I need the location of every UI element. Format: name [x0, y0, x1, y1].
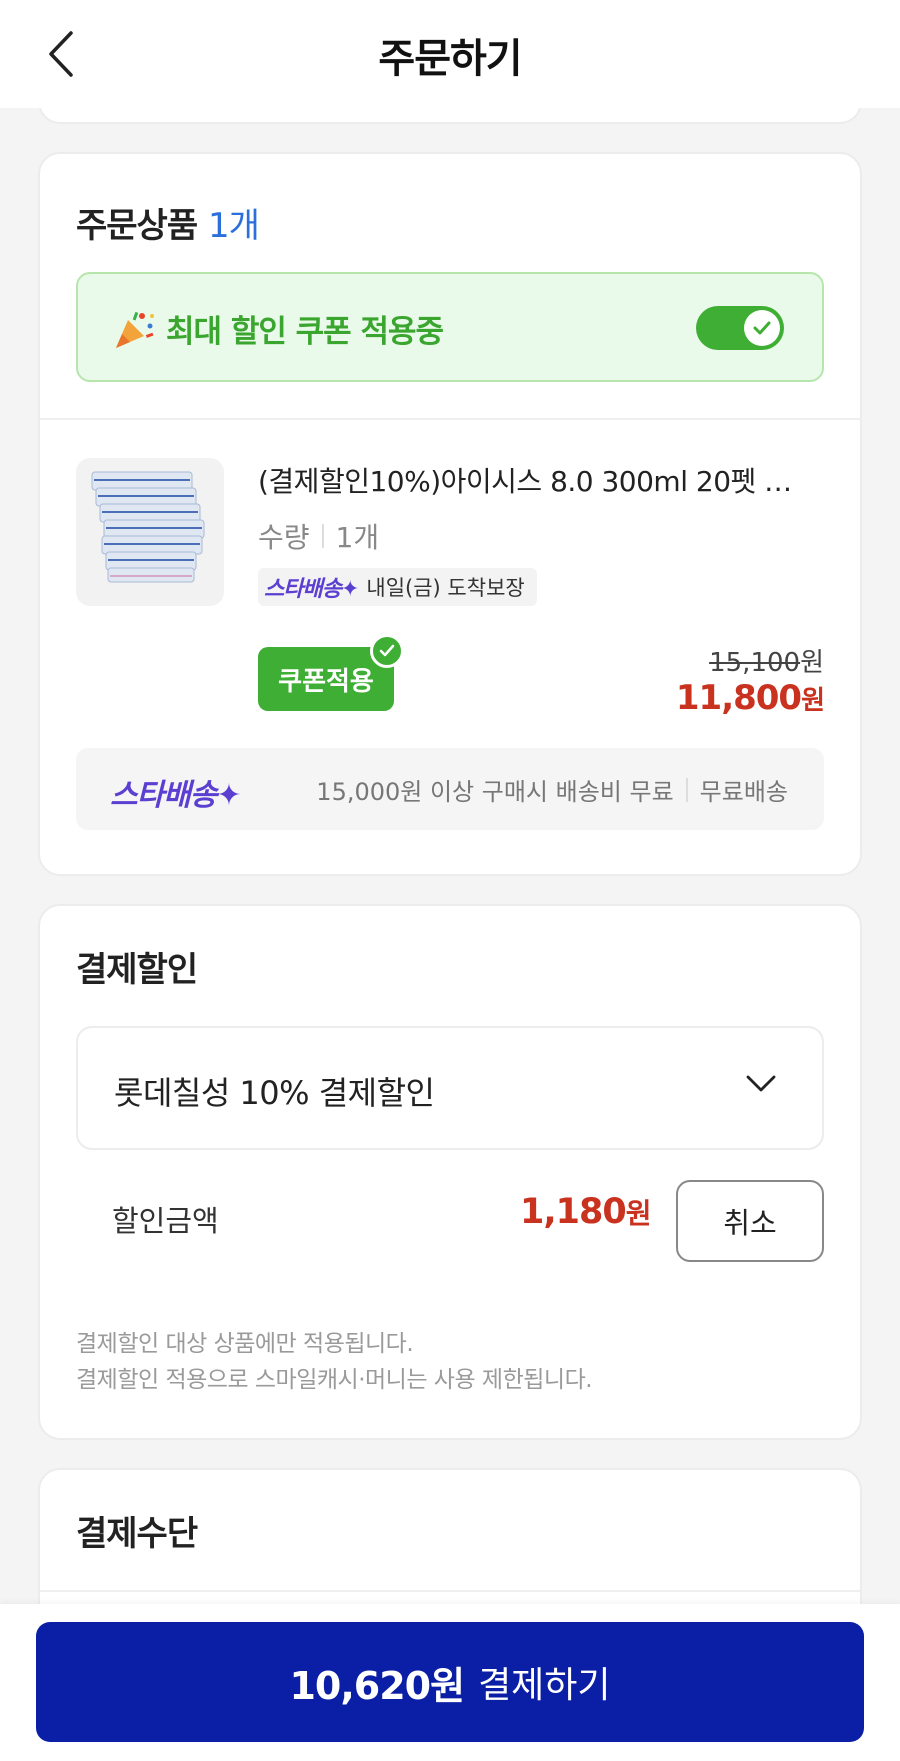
separator	[685, 777, 688, 802]
discount-select[interactable]: 롯데칠성 10% 결제할인	[76, 1026, 824, 1150]
divider	[40, 1590, 860, 1592]
product-image[interactable]	[76, 458, 224, 606]
cancel-discount-button[interactable]: 취소	[676, 1180, 824, 1262]
quantity-label: 수량	[258, 521, 310, 554]
delivery-badge-text: 내일(금) 도착보장	[366, 576, 525, 600]
star-delivery-logo: 스타배송✦	[110, 778, 242, 813]
pay-label: 결제하기	[478, 1665, 611, 1706]
discount-note-2: 결제할인 적용으로 스마일캐시·머니는 사용 제한됩니다.	[76, 1367, 593, 1393]
order-items-card: 주문상품 1개 최대 할인 쿠폰 적용중 (결제할인10%)아이시스 8.0 3…	[38, 152, 862, 876]
discount-selected-value: 롯데칠성 10% 결제할인	[114, 1074, 435, 1112]
discount-amount: 1,180원	[520, 1192, 652, 1232]
water-bottles-image	[91, 471, 205, 583]
order-count: 1개	[207, 206, 260, 246]
pay-amount: 10,620원	[289, 1663, 465, 1708]
original-price: 15,100원	[709, 642, 824, 679]
discount-section-title: 결제할인	[76, 950, 198, 990]
separator	[321, 524, 324, 548]
shipping-condition: 15,000원 이상 구매시 배송비 무료	[316, 778, 674, 806]
coupon-banner-text: 최대 할인 쿠폰 적용중	[166, 314, 444, 350]
chevron-down-icon	[746, 1075, 776, 1092]
coupon-toggle[interactable]	[696, 306, 784, 350]
shipping-fee: 무료배송	[699, 778, 788, 806]
original-price-value: 15,100	[709, 648, 801, 678]
sale-price-value: 11,800	[675, 678, 802, 718]
discount-amount-label: 할인금액	[112, 1204, 219, 1238]
order-title-text: 주문상품	[76, 206, 198, 246]
discount-notes: 결제할인 대상 상품에만 적용됩니다. 결제할인 적용으로 스마일캐시·머니는 …	[76, 1326, 593, 1398]
divider	[40, 418, 860, 420]
check-icon	[753, 321, 771, 335]
coupon-banner: 최대 할인 쿠폰 적용중	[76, 272, 824, 382]
delivery-badge: 스타배송✦ 내일(금) 도착보장	[258, 568, 537, 606]
product-name[interactable]: (결제할인10%)아이시스 8.0 300ml 20펫 …	[258, 460, 830, 500]
bottom-bar: 10,620원 결제하기	[0, 1604, 900, 1761]
page-title: 주문하기	[378, 36, 522, 82]
check-circle-icon	[370, 634, 404, 668]
original-price-unit: 원	[800, 648, 824, 678]
top-header: 주문하기	[0, 0, 900, 108]
toggle-knob	[744, 310, 780, 346]
sale-price-unit: 원	[801, 686, 825, 716]
payment-section-title: 결제수단	[76, 1514, 198, 1554]
quantity-row: 수량 1개	[258, 516, 379, 556]
shipping-text: 15,000원 이상 구매시 배송비 무료 무료배송	[316, 772, 788, 807]
shipping-info: 스타배송✦ 15,000원 이상 구매시 배송비 무료 무료배송	[76, 748, 824, 830]
payment-discount-card: 결제할인 롯데칠성 10% 결제할인 할인금액 1,180원 취소 결제할인 대…	[38, 904, 862, 1440]
pay-button[interactable]: 10,620원 결제하기	[36, 1622, 864, 1742]
discount-amount-value: 1,180	[520, 1192, 627, 1232]
party-popper-icon	[116, 311, 154, 348]
quantity-value: 1개	[335, 521, 380, 554]
star-delivery-logo: 스타배송✦	[264, 577, 359, 602]
discount-note-1: 결제할인 대상 상품에만 적용됩니다.	[76, 1331, 414, 1357]
order-section-title: 주문상품 1개	[76, 198, 260, 247]
sale-price: 11,800원	[675, 678, 825, 718]
discount-amount-unit: 원	[625, 1197, 652, 1230]
